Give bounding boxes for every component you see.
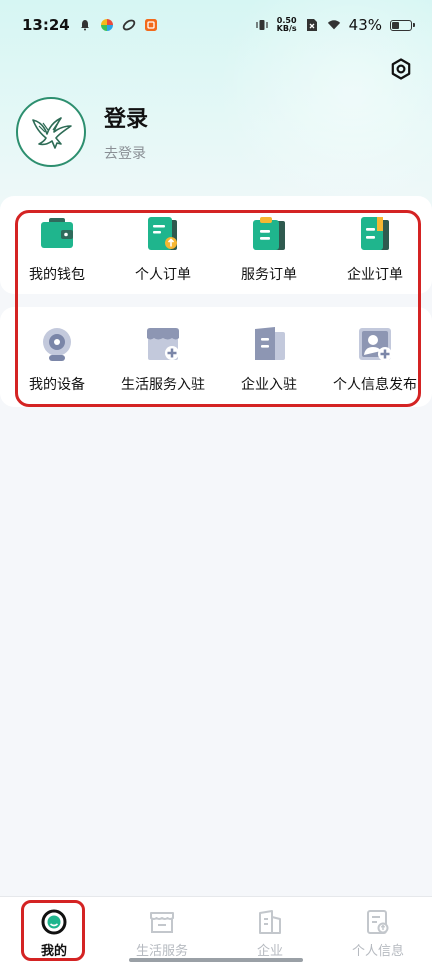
orange-app-icon (144, 18, 158, 32)
network-speed-unit: KB/s (276, 24, 297, 33)
login-subtitle[interactable]: 去登录 (104, 143, 148, 163)
personal-order-icon (143, 214, 183, 254)
nav-tab-my[interactable]: 我的 (0, 897, 108, 964)
device-icon (37, 324, 77, 364)
settings-button[interactable] (388, 56, 414, 82)
document-icon (365, 909, 391, 935)
avatar[interactable] (16, 97, 86, 167)
menu-item-wallet[interactable]: 我的钱包 (5, 196, 109, 294)
menu-label-life-service-join: 生活服务入驻 (121, 377, 205, 393)
store-add-icon (143, 324, 183, 364)
profile-section[interactable]: 登录 去登录 (16, 97, 148, 167)
menu-label-personal-order: 个人订单 (135, 267, 191, 283)
store-icon (149, 909, 175, 935)
bell-icon (78, 18, 92, 32)
nav-tab-enterprise[interactable]: 企业 (216, 897, 324, 964)
home-indicator[interactable] (129, 958, 303, 962)
order-menu-card: 我的钱包 个人订单 服务订单 企业订单 (0, 196, 432, 294)
enterprise-building-icon (249, 324, 289, 364)
pinwheel-icon (100, 18, 114, 32)
login-title[interactable]: 登录 (104, 101, 148, 133)
nav-tab-life-service[interactable]: 生活服务 (108, 897, 216, 964)
nav-tab-personal-info[interactable]: 个人信息 (324, 897, 432, 964)
menu-item-life-service-join[interactable]: 生活服务入驻 (111, 307, 215, 407)
menu-label-enterprise-join: 企业入驻 (241, 377, 297, 393)
service-menu-card: 我的设备 生活服务入驻 企业入驻 个人信息发布 (0, 307, 432, 407)
wifi-icon (327, 18, 341, 32)
menu-item-enterprise-order[interactable]: 企业订单 (323, 196, 427, 294)
link-app-icon (122, 18, 136, 32)
settings-hexagon-icon (391, 58, 411, 80)
menu-label-enterprise-order: 企业订单 (347, 267, 403, 283)
battery-icon (390, 19, 415, 31)
profile-text: 登录 去登录 (104, 101, 148, 163)
status-time: 13:24 (22, 16, 70, 34)
nav-label-personal-info: 个人信息 (351, 944, 404, 959)
menu-item-service-order[interactable]: 服务订单 (217, 196, 321, 294)
status-left: 13:24 (22, 16, 158, 34)
menu-item-personal-order[interactable]: 个人订单 (111, 196, 215, 294)
nav-label-life-service: 生活服务 (135, 944, 188, 959)
person-add-icon (355, 324, 395, 364)
menu-label-device: 我的设备 (29, 377, 85, 393)
menu-label-personal-info-post: 个人信息发布 (333, 377, 417, 393)
wallet-icon (37, 214, 77, 254)
bird-logo-icon (32, 117, 72, 149)
battery-percent: 43% (348, 16, 382, 34)
building-icon (257, 909, 283, 935)
bottom-navigation: 我的 生活服务 企业 个人信息 (0, 896, 432, 964)
vibrate-icon (255, 18, 269, 32)
status-bar: 13:24 0.50 KB/s 43% (0, 0, 432, 50)
menu-item-enterprise-join[interactable]: 企业入驻 (217, 307, 321, 407)
sim-off-icon (305, 18, 319, 32)
nav-label-enterprise: 企业 (256, 944, 283, 959)
nav-label-my: 我的 (40, 944, 67, 959)
menu-label-wallet: 我的钱包 (29, 267, 85, 283)
status-right: 0.50 KB/s 43% (255, 16, 415, 34)
menu-item-personal-info-post[interactable]: 个人信息发布 (323, 307, 427, 407)
menu-label-service-order: 服务订单 (241, 267, 297, 283)
menu-item-device[interactable]: 我的设备 (5, 307, 109, 407)
service-order-icon (249, 214, 289, 254)
network-speed: 0.50 KB/s (277, 17, 297, 33)
battery-level-fill (392, 21, 399, 29)
enterprise-order-icon (355, 214, 395, 254)
my-profile-icon (41, 909, 67, 935)
